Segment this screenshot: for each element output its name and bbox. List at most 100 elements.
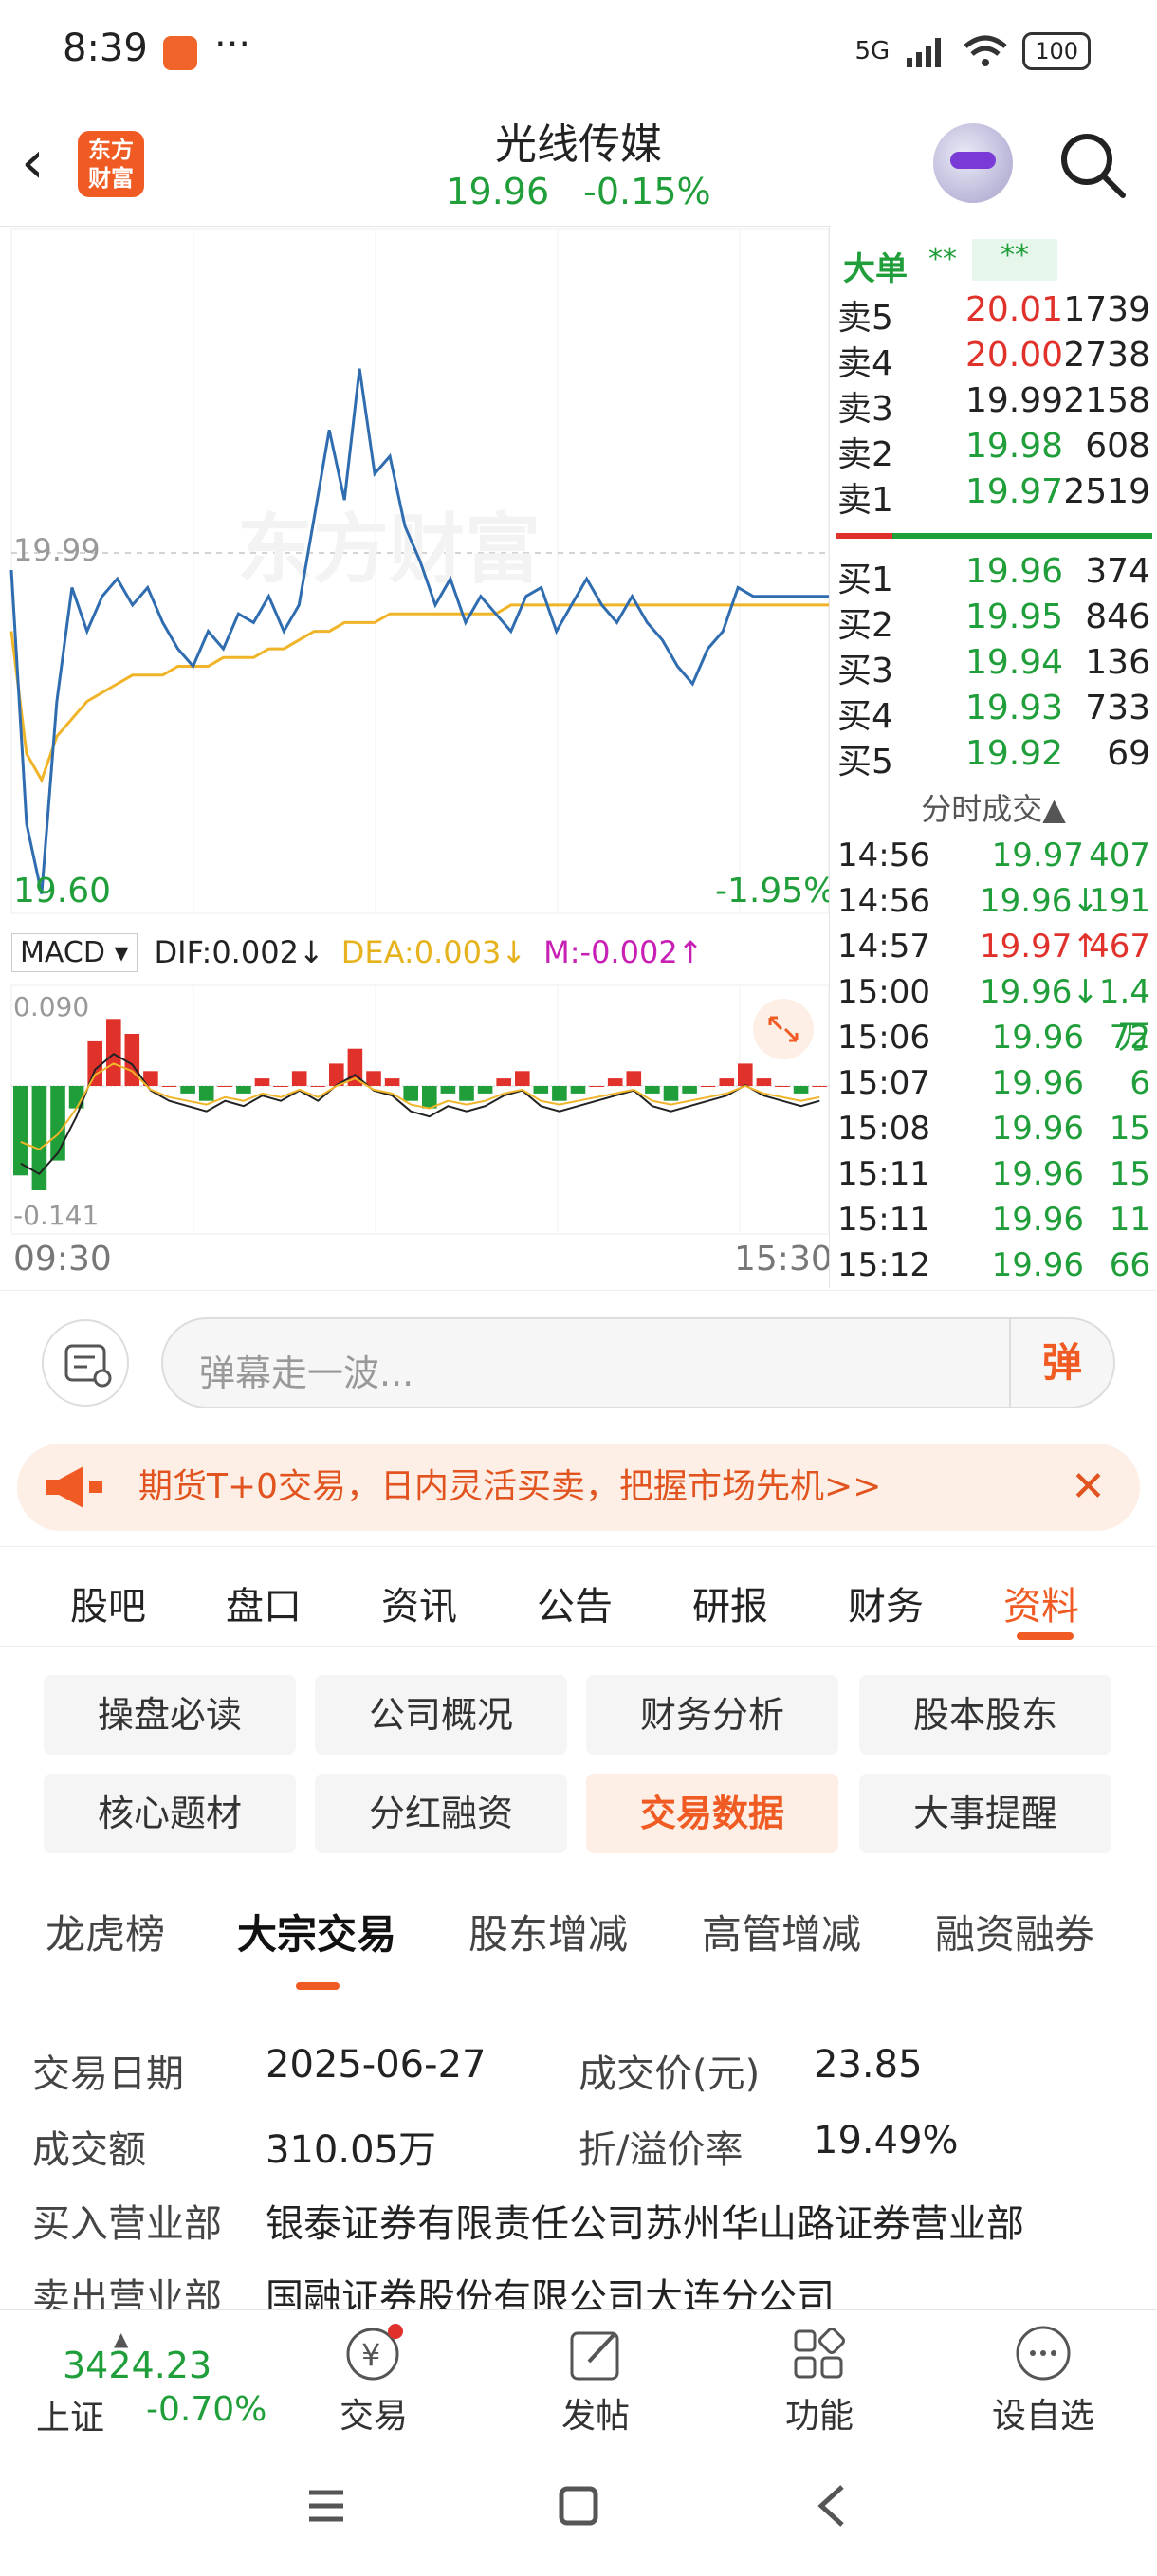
svg-text:¥: ¥ — [361, 2337, 380, 2373]
index-pct: -0.70% — [146, 2390, 267, 2429]
status-more: ··· — [214, 23, 251, 66]
macd-bottom-label: -0.141 — [13, 1200, 99, 1231]
subtab-dragon-tiger[interactable]: 龙虎榜 — [46, 1903, 165, 1960]
macd-bar — [87, 1040, 102, 1086]
status-time: 8:39 — [63, 27, 148, 70]
trade-price-label: 成交价(元) — [578, 2052, 761, 2096]
macd-bar — [570, 1086, 586, 1094]
bid-row: 买5 19.92 69 — [837, 734, 1150, 782]
btn-trading-guide[interactable]: 操盘必读 — [44, 1675, 296, 1755]
macd-bar — [310, 1086, 326, 1087]
bid-row: 买2 19.95 846 — [837, 598, 1150, 645]
macd-bar — [663, 1086, 679, 1101]
close-icon[interactable]: ✕ — [1071, 1444, 1106, 1531]
trades-title[interactable]: 分时成交▲ — [830, 785, 1157, 829]
macd-bar — [106, 1019, 121, 1086]
tab-announcement[interactable]: 公告 — [537, 1575, 613, 1630]
macd-bar — [719, 1078, 735, 1086]
back-nav-icon — [817, 2485, 844, 2527]
subtab-executive-change[interactable]: 高管增减 — [702, 1903, 861, 1960]
macd-bar — [180, 1086, 195, 1094]
trade-row: 15:11 19.96 11 — [837, 1201, 1150, 1239]
macd-bar — [496, 1078, 511, 1086]
chart-svg: 东方财富 19.99 19.60 -1.95% 0.090 -0.141 09:… — [9, 228, 829, 1279]
network-label: 5G — [854, 37, 891, 65]
macd-top-label: 0.090 — [13, 991, 89, 1022]
menu-icon — [309, 2490, 343, 2522]
macd-bar — [589, 1086, 604, 1087]
dif-line — [20, 1052, 820, 1175]
danmu-send-button[interactable]: 弹 — [1009, 1317, 1113, 1408]
subtab-underline — [296, 1982, 340, 1990]
bid-row: 买3 19.94 136 — [837, 643, 1150, 690]
tab-pankou[interactable]: 盘口 — [226, 1575, 302, 1630]
edit-icon — [570, 2331, 619, 2381]
ask-row: 卖2 19.98 608 — [837, 427, 1150, 474]
danmu-input[interactable]: 弹幕走一波... 弹 — [161, 1317, 1115, 1408]
btn-company-overview[interactable]: 公司概况 — [315, 1675, 567, 1755]
tab-guba[interactable]: 股吧 — [70, 1575, 146, 1630]
macd-bar — [607, 1078, 623, 1086]
btn-dividends-financing[interactable]: 分红融资 — [315, 1774, 567, 1853]
bottom-bar: ▲ 3424.23 上证 -0.70% ¥ 交易 发帖 功能 设自选 — [0, 2309, 1157, 2444]
bid-row: 买4 19.93 733 — [837, 689, 1150, 736]
tab-research[interactable]: 研报 — [692, 1575, 768, 1630]
indicator-select[interactable]: MACD ▾ — [11, 932, 138, 972]
dif-value: DIF:0.002↓ — [154, 934, 324, 970]
tab-finance[interactable]: 财务 — [848, 1575, 924, 1630]
intraday-chart[interactable]: 东方财富 19.99 19.60 -1.95% 0.090 -0.141 09:… — [0, 226, 829, 1288]
status-bar: 8:39 ··· 5G 100 — [0, 0, 1157, 104]
futures-banner[interactable]: 期货T+0交易，日内灵活买卖，把握市场先机>> ✕ — [17, 1444, 1140, 1531]
index-value: 3424.23 — [63, 2345, 212, 2386]
btn-financial-analysis[interactable]: 财务分析 — [586, 1675, 838, 1755]
price-line — [9, 368, 829, 894]
ask-row: 卖3 19.99 2158 — [837, 381, 1150, 429]
trade-amount-label: 成交额 — [32, 2128, 146, 2172]
btn-shareholders[interactable]: 股本股东 — [859, 1675, 1111, 1755]
macd-bar — [13, 1086, 28, 1176]
macd-bar — [775, 1086, 790, 1087]
tab-news[interactable]: 资讯 — [381, 1575, 457, 1630]
dea-value: DEA:0.003↓ — [340, 934, 527, 970]
macd-bar — [403, 1086, 418, 1101]
danmu-bar: 弹幕走一波... 弹 — [0, 1290, 1157, 1432]
trade-row: 15:08 19.96 15 — [837, 1110, 1150, 1148]
add-watchlist-button[interactable]: 设自选 — [967, 2322, 1119, 2438]
macd-bar — [366, 1071, 381, 1086]
btn-trading-data[interactable]: 交易数据 — [586, 1774, 838, 1853]
big-order-a: ** — [928, 243, 957, 276]
danmu-settings-icon[interactable] — [42, 1319, 129, 1407]
search-icon[interactable] — [1055, 127, 1130, 203]
macd-bar — [198, 1086, 214, 1101]
macd-bar — [738, 1063, 753, 1086]
trade-date: 2025-06-27 — [266, 2043, 487, 2087]
btn-core-themes[interactable]: 核心题材 — [44, 1774, 296, 1853]
functions-button[interactable]: 功能 — [744, 2322, 895, 2438]
macd-bar — [254, 1078, 270, 1086]
post-button[interactable]: 发帖 — [520, 2322, 671, 2438]
trade-button[interactable]: ¥ 交易 — [298, 2322, 450, 2438]
btn-major-events[interactable]: 大事提醒 — [859, 1774, 1111, 1853]
macd-bar — [384, 1078, 400, 1086]
low-price-label: 19.60 — [13, 872, 111, 911]
trade-row: 14:56 19.97 407 — [837, 837, 1150, 874]
avg-price-line — [9, 603, 829, 784]
low-pct-label: -1.95% — [715, 872, 829, 911]
macd-histogram — [13, 1019, 827, 1190]
macd-bar — [124, 1034, 140, 1086]
macd-bar — [626, 1071, 642, 1086]
trade-row: 15:06 19.96 72 — [837, 1019, 1150, 1057]
subtab-block-trade[interactable]: 大宗交易 — [237, 1903, 396, 1960]
order-book: 大单 ** ** 卖5 20.01 1739 卖4 20.00 2738 卖3 19.99 21… — [829, 226, 1157, 1288]
subtab-shareholder-change[interactable]: 股东增减 — [468, 1903, 628, 1960]
subtab-margin[interactable]: 融资融券 — [935, 1903, 1094, 1960]
system-nav-bar — [0, 2447, 1157, 2572]
macd-bar — [533, 1086, 549, 1094]
stock-header: ‹ 东方 财富 光线传媒 19.96 -0.15% — [0, 104, 1157, 224]
wifi-icon — [964, 35, 1007, 66]
robot-avatar-icon[interactable] — [933, 123, 1013, 203]
yen-icon: ¥ — [346, 2324, 403, 2381]
tab-profile[interactable]: 资料 — [1003, 1575, 1079, 1630]
macd-bar — [756, 1078, 772, 1086]
macd-bar — [682, 1086, 697, 1094]
